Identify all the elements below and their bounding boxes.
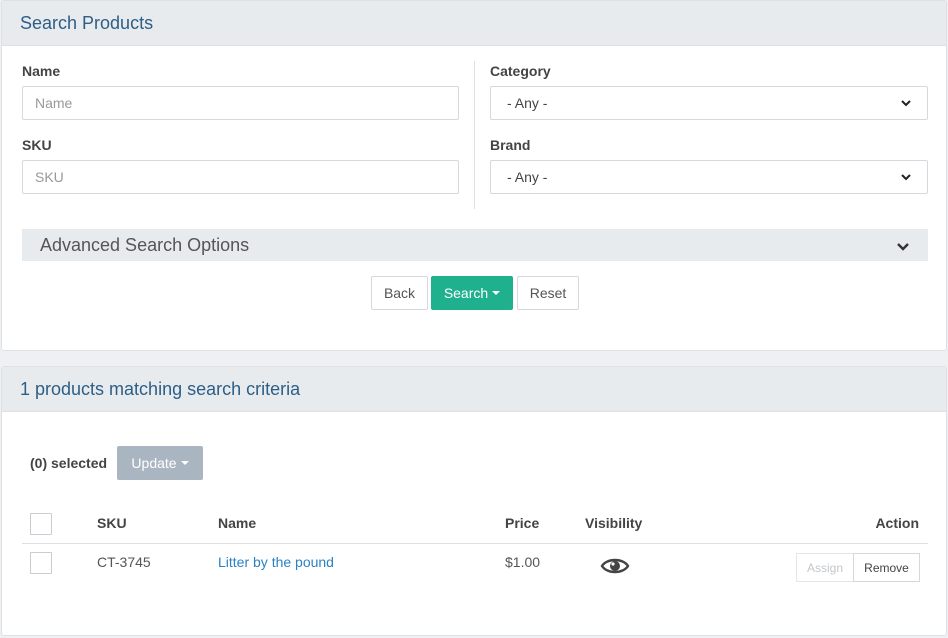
chevron-down-icon bbox=[901, 96, 911, 110]
sku-input[interactable] bbox=[22, 160, 459, 194]
caret-down-icon bbox=[180, 461, 189, 465]
assign-button[interactable]: Assign bbox=[796, 553, 854, 582]
panel-title: Search Products bbox=[20, 12, 154, 33]
back-button-label: Back bbox=[383, 285, 416, 301]
eye-icon[interactable] bbox=[600, 555, 630, 577]
row-checkbox[interactable] bbox=[30, 552, 52, 574]
search-button-label: Search bbox=[443, 285, 489, 301]
advanced-search-label: Advanced Search Options bbox=[40, 234, 250, 255]
results-title: 1 products matching search criteria bbox=[20, 378, 301, 399]
row-price: $1.00 bbox=[505, 554, 541, 570]
category-label: Category bbox=[490, 63, 551, 79]
column-header-name[interactable]: Name bbox=[218, 515, 256, 531]
back-button[interactable]: Back bbox=[371, 276, 428, 310]
chevron-down-icon bbox=[901, 170, 911, 184]
category-selected-value: - Any - bbox=[507, 95, 548, 111]
name-input[interactable] bbox=[22, 86, 459, 120]
column-header-sku[interactable]: SKU bbox=[97, 515, 127, 531]
row-sku: CT-3745 bbox=[97, 554, 151, 570]
reset-button-label: Reset bbox=[529, 285, 567, 301]
name-label: Name bbox=[22, 63, 61, 79]
brand-select[interactable]: - Any - bbox=[490, 160, 928, 194]
remove-button[interactable]: Remove bbox=[853, 553, 920, 582]
update-button-label: Update bbox=[131, 455, 177, 471]
column-header-visibility: Visibility bbox=[585, 515, 643, 531]
row-product-name-link[interactable]: Litter by the pound bbox=[218, 554, 334, 570]
selected-count: (0) selected bbox=[30, 455, 108, 471]
panel-heading: 1 products matching search criteria bbox=[2, 367, 946, 412]
reset-button[interactable]: Reset bbox=[517, 276, 579, 310]
column-header-price[interactable]: Price bbox=[505, 515, 539, 531]
results-panel: 1 products matching search criteria (0) … bbox=[1, 366, 947, 636]
advanced-search-toggle[interactable]: Advanced Search Options bbox=[22, 229, 928, 261]
search-button[interactable]: Search bbox=[431, 276, 513, 310]
brand-selected-value: - Any - bbox=[507, 169, 548, 185]
table-header-divider bbox=[22, 543, 928, 544]
chevron-down-icon bbox=[896, 235, 910, 256]
caret-down-icon bbox=[492, 291, 501, 295]
panel-heading: Search Products bbox=[2, 1, 946, 46]
remove-button-label: Remove bbox=[864, 560, 909, 575]
select-all-checkbox[interactable] bbox=[30, 513, 52, 535]
brand-label: Brand bbox=[490, 137, 531, 153]
sku-label: SKU bbox=[22, 137, 52, 153]
category-select[interactable]: - Any - bbox=[490, 86, 928, 120]
column-header-action: Action bbox=[875, 515, 919, 531]
search-products-panel: Search Products Name SKU Category - Any … bbox=[1, 0, 947, 351]
assign-button-label: Assign bbox=[806, 560, 844, 575]
update-button[interactable]: Update bbox=[117, 446, 203, 480]
column-divider bbox=[474, 61, 475, 209]
